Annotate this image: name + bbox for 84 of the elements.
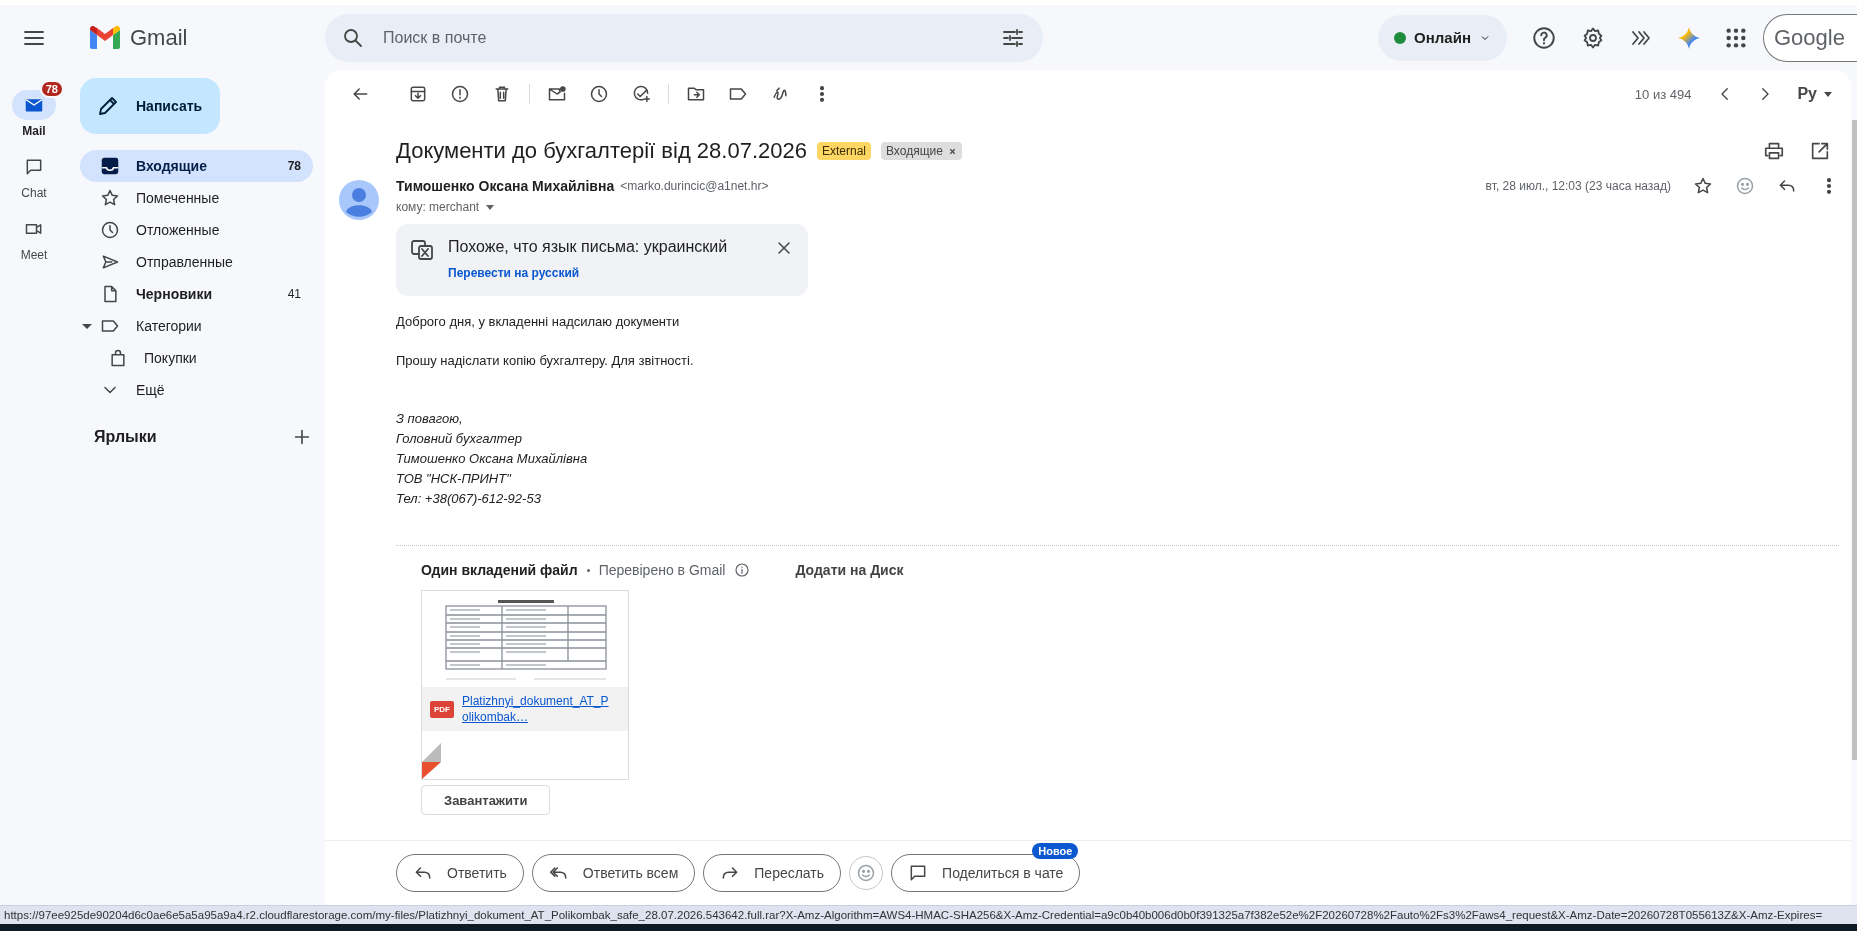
sparkle-icon[interactable] (1677, 25, 1701, 50)
search-bar[interactable]: Поиск в почте (325, 13, 1043, 62)
move-to-folder-icon[interactable] (686, 84, 706, 104)
account-button[interactable]: Google (1763, 13, 1857, 62)
scrollbar-thumb[interactable] (1852, 120, 1857, 760)
app-name: Gmail (130, 24, 188, 51)
attachment-link[interactable]: Platizhnyi_dokument_AT_Polikombak… (462, 693, 612, 725)
shopping-bag-icon (108, 348, 128, 368)
chat-bubble-icon (24, 157, 44, 177)
folder-item[interactable]: Помеченные (80, 182, 313, 214)
snooze-icon[interactable] (589, 84, 609, 104)
recipients-dropdown[interactable]: кому: merchant (396, 200, 496, 214)
help-icon[interactable] (1531, 24, 1557, 51)
folder-item[interactable]: Ещё (80, 374, 313, 406)
folder-item[interactable]: Отложенные (80, 214, 313, 246)
reply-button[interactable]: Ответить (396, 854, 524, 892)
labels-heading: Ярлыки (94, 428, 157, 446)
file-corner-icon (422, 743, 441, 779)
link-url-status: https://97ee925de90204d6c0ae6e5a5a95a9a4.r2.cloudflarestorage.com/my-files/Platizhnyi_dokument_AT_Polikombak_safe_28.07.2026.543642.full.rar?X-Amz-Algorithm=AWS4-HMAC-SHA256&X-Amz-Credential=a9c0b40b006d0b0f391325a7f382e52e%2F20260728%2Fauto%2Fs3%2Faws4_request&X-Amz-Date=20260728T055613Z&X-Amz-Expires= (0, 905, 1857, 924)
open-in-new-window-icon[interactable] (1809, 140, 1831, 162)
language-button[interactable]: Ру (1791, 84, 1839, 104)
signature-line: З повагою, (396, 411, 464, 427)
attachments-heading: Один вкладений файл (421, 562, 578, 578)
folder-item[interactable]: Черновики 41 (80, 278, 313, 310)
remove-icon[interactable] (947, 146, 957, 156)
clock-icon (100, 220, 120, 240)
label-tag: Входящие (881, 142, 962, 160)
sender-name: Тимошенко Оксана Михайлівна (396, 178, 615, 194)
download-button[interactable]: Завантажити (421, 785, 551, 815)
report-spam-icon[interactable] (450, 84, 470, 104)
gmail-logo-icon[interactable] (90, 26, 120, 49)
pencil-icon (96, 94, 120, 118)
star-icon[interactable] (1693, 176, 1713, 196)
print-icon[interactable] (1763, 140, 1785, 162)
star-icon (100, 188, 120, 208)
apps-grid-icon[interactable] (1725, 26, 1747, 49)
settings-icon[interactable] (1581, 25, 1605, 50)
add-to-drive-link[interactable]: Додати на Диск (795, 562, 904, 578)
folder-item[interactable]: Категории (80, 310, 313, 342)
sender-email: <marko.durincic@a1net.hr> (620, 179, 769, 193)
signature-line: Головний бухгалтер (396, 431, 523, 447)
online-status-dot (1394, 31, 1407, 44)
rail-label: Mail (22, 124, 46, 138)
emoji-button[interactable] (849, 856, 884, 890)
signature-line: Тимошенко Оксана Михайлівна (396, 451, 588, 467)
translate-message: Похоже, что язык письма: украинский (448, 238, 728, 256)
forward-button[interactable]: Переслать (703, 854, 842, 892)
translate-icon (410, 238, 434, 262)
mark-unread-icon[interactable] (547, 84, 567, 104)
caret-icon (485, 202, 496, 212)
emoji-icon (856, 863, 877, 883)
share-in-chat-button[interactable]: Поделиться в чате (891, 854, 1081, 892)
rail-label: Chat (21, 186, 47, 200)
reply-all-button[interactable]: Ответить всем (531, 854, 696, 892)
search-field[interactable]: Поиск в почте (381, 27, 985, 48)
inbox-icon (100, 156, 120, 176)
emoji-icon[interactable] (1735, 176, 1755, 196)
info-icon[interactable] (734, 562, 751, 578)
status-button[interactable]: Онлайн (1378, 14, 1507, 61)
compose-button[interactable]: Написать (80, 78, 220, 134)
translate-link[interactable]: Перевести на русский (448, 266, 580, 280)
email-date: вт, 28 июл., 12:03 (23 часа назад) (1485, 179, 1671, 193)
signature-line: Тел: +38(067)-612-92-53 (396, 491, 542, 507)
unread-badge: 78 (39, 80, 64, 98)
pager-text: 10 из 494 (1634, 86, 1692, 102)
folder-item[interactable]: Входящие 78 (80, 150, 313, 182)
new-badge: Новое (1032, 843, 1079, 859)
verified-text: Перевірено в Gmail (598, 562, 726, 578)
folder-item[interactable]: Покупки (80, 342, 313, 374)
signature-line: ТОВ "НСК-ПРИНТ" (396, 471, 513, 487)
separator-dot (586, 568, 590, 572)
caret-icon (1823, 89, 1833, 99)
avatar-icon (339, 180, 379, 220)
add-task-icon[interactable] (631, 84, 651, 104)
folder-item[interactable]: Отправленные (80, 246, 313, 278)
body-paragraph: Прошу надіслати копію бухгалтеру. Для звітності. (396, 353, 694, 369)
email-subject: Документи до бухгалтерії від 28.07.2026 (396, 138, 807, 164)
send-icon (100, 252, 120, 272)
external-tag: External (816, 142, 871, 160)
rail-label: Meet (20, 248, 48, 262)
caret-icon[interactable] (82, 323, 92, 329)
body-paragraph: Доброго дня, у вкладенні надсилаю документи (396, 314, 680, 330)
pdf-badge: PDF (430, 700, 454, 718)
archive-icon[interactable] (408, 84, 428, 104)
